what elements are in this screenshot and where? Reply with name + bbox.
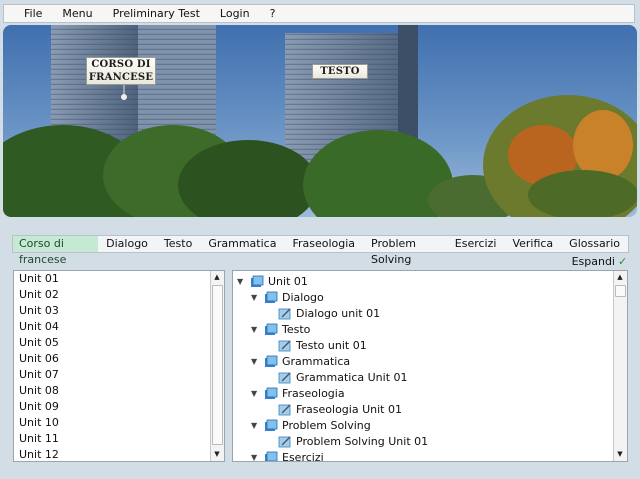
menu-help[interactable]: ? [260,7,286,20]
book-icon [265,451,278,461]
tree-leaf-problem-solving[interactable]: Problem Solving Unit 01 [278,433,428,449]
expanded-triangle-icon[interactable]: ▼ [251,421,261,430]
scroll-thumb[interactable] [212,285,223,445]
city-skyline-image [3,25,637,217]
book-icon [265,387,278,399]
list-item[interactable]: Unit 09 [14,399,224,415]
tree-leaf-fraseologia[interactable]: Fraseologia Unit 01 [278,401,402,417]
document-pencil-icon [278,404,291,415]
document-pencil-icon [278,372,291,383]
list-item[interactable]: Unit 08 [14,383,224,399]
menu-bar: File Menu Preliminary Test Login ? [3,4,635,23]
book-icon [251,275,264,287]
document-pencil-icon [278,308,291,319]
tree-root[interactable]: ▼ Unit 01 [237,273,308,289]
expanded-triangle-icon[interactable]: ▼ [251,389,261,398]
menu-menu[interactable]: Menu [52,7,102,20]
tree-leaf-grammatica[interactable]: Grammatica Unit 01 [278,369,408,385]
tab-fraseologia[interactable]: Fraseologia [284,236,363,252]
menu-preliminary-test[interactable]: Preliminary Test [103,7,210,20]
unit-list: Unit 01 Unit 02 Unit 03 Unit 04 Unit 05 … [14,271,224,461]
document-pencil-icon [278,436,291,447]
menu-file[interactable]: File [4,7,52,20]
list-item[interactable]: Unit 07 [14,367,224,383]
list-item[interactable]: Unit 03 [14,303,224,319]
tab-corso-di-francese[interactable]: Corso di francese [13,236,99,266]
tree-node-problem-solving[interactable]: ▼ Problem Solving [251,417,371,433]
scroll-down-arrow-icon[interactable]: ▼ [211,448,223,461]
section-tabs: Corso di francese Dialogo Testo Grammati… [12,235,629,266]
content-tree-panel: ▼ Unit 01 ▼ Dialogo Dialogo unit 01 ▼ Te… [232,270,628,462]
expanded-triangle-icon[interactable]: ▼ [237,277,247,286]
tab-glossario[interactable]: Glossario [561,236,628,252]
tab-dialogo[interactable]: Dialogo [98,236,156,252]
tab-grammatica[interactable]: Grammatica [200,236,284,252]
tree-node-testo[interactable]: ▼ Testo [251,321,310,337]
scroll-up-arrow-icon[interactable]: ▲ [614,271,626,284]
tab-testo[interactable]: Testo [156,236,200,252]
scroll-up-arrow-icon[interactable]: ▲ [211,271,223,284]
book-icon [265,323,278,335]
banner-sign-testo: TESTO [312,64,368,79]
list-item[interactable]: Unit 11 [14,431,224,447]
unit-list-scrollbar[interactable]: ▲ ▼ [210,271,224,461]
book-icon [265,355,278,367]
scroll-down-arrow-icon[interactable]: ▼ [614,448,626,461]
book-icon [265,419,278,431]
list-item[interactable]: Unit 06 [14,351,224,367]
tab-problem-solving[interactable]: Problem Solving [363,236,447,266]
content-tree-scrollbar[interactable]: ▲ ▼ [613,271,627,461]
list-item[interactable]: Unit 01 [14,271,224,287]
banner-sign-corso: CORSO DI FRANCESE [86,57,156,85]
book-icon [265,291,278,303]
list-item[interactable]: Unit 04 [14,319,224,335]
scroll-thumb[interactable] [615,285,626,297]
tree-node-dialogo[interactable]: ▼ Dialogo [251,289,324,305]
expand-toggle[interactable]: Espandi ✓ [572,255,628,268]
list-item[interactable]: Unit 02 [14,287,224,303]
document-pencil-icon [278,340,291,351]
expanded-triangle-icon[interactable]: ▼ [251,453,261,462]
list-item[interactable]: Unit 05 [14,335,224,351]
list-item[interactable]: Unit 12 [14,447,224,461]
expanded-triangle-icon[interactable]: ▼ [251,293,261,302]
unit-list-panel: Unit 01 Unit 02 Unit 03 Unit 04 Unit 05 … [13,270,225,462]
tab-esercizi[interactable]: Esercizi [447,236,505,252]
tree-leaf-dialogo[interactable]: Dialogo unit 01 [278,305,380,321]
tree-node-grammatica[interactable]: ▼ Grammatica [251,353,350,369]
menu-login[interactable]: Login [210,7,260,20]
tab-verifica[interactable]: Verifica [504,236,561,252]
tree-leaf-testo[interactable]: Testo unit 01 [278,337,367,353]
expanded-triangle-icon[interactable]: ▼ [251,357,261,366]
expand-checkbox[interactable]: ✓ [618,256,628,267]
expand-label: Espandi [571,255,615,268]
list-item[interactable]: Unit 10 [14,415,224,431]
header-banner: CORSO DI FRANCESE TESTO [3,25,637,217]
expanded-triangle-icon[interactable]: ▼ [251,325,261,334]
tree-node-fraseologia[interactable]: ▼ Fraseologia [251,385,345,401]
tree-node-esercizi[interactable]: ▼ Esercizi [251,449,324,462]
